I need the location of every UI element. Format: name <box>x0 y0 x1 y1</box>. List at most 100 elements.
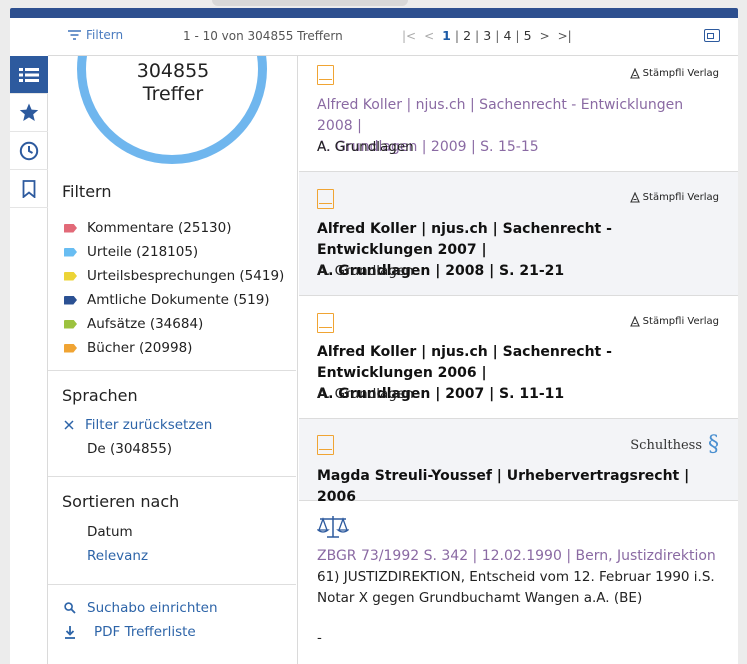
filter-lines-icon <box>68 30 81 40</box>
rail-list-view[interactable] <box>10 56 48 94</box>
result-title-link[interactable]: ZBGR 73/1992 S. 342 | 12.02.1990 | Bern,… <box>317 546 722 567</box>
languages-section-title: Sprachen <box>62 386 138 405</box>
category-filter-list: Kommentare (25130) Urteile (218105) Urte… <box>64 216 284 360</box>
top-accent-bar <box>10 8 738 18</box>
tag-icon <box>64 319 77 329</box>
book-icon <box>317 435 334 455</box>
sort-option-datum[interactable]: Datum <box>87 524 133 540</box>
filter-toggle-button[interactable]: Filtern <box>68 28 123 42</box>
window-notch <box>212 0 408 6</box>
prev-page-button[interactable]: < <box>420 29 438 43</box>
book-icon <box>317 65 334 85</box>
staempfli-logo-icon <box>629 68 640 79</box>
tag-icon <box>64 223 77 233</box>
expand-view-icon[interactable] <box>704 29 720 42</box>
filter-panel: 304855 Treffer Filtern Kommentare (25130… <box>48 56 298 664</box>
staempfli-logo-icon <box>629 192 640 203</box>
reset-filter-label: Filter zurücksetzen <box>85 417 213 433</box>
result-item: ZBGR 73/1992 S. 342 | 12.02.1990 | Bern,… <box>299 501 738 664</box>
result-subtitle: A. Grundlagen <box>317 263 414 279</box>
category-filter-amtliche-dokumente[interactable]: Amtliche Dokumente (519) <box>64 288 284 312</box>
section-divider <box>48 370 296 371</box>
result-count-number: 304855 <box>136 60 210 82</box>
category-filter-urteilsbesprechungen[interactable]: Urteilsbesprechungen (5419) <box>64 264 284 288</box>
rail-favorites[interactable] <box>10 94 48 132</box>
page-link-4[interactable]: 4 <box>499 28 515 43</box>
category-label: Urteile (218105) <box>87 244 199 260</box>
result-item: Stämpfli Verlag Alfred Koller | njus.ch … <box>299 172 738 296</box>
snippet-line: Notar X gegen Grundbuchamt Wangen a.A. (… <box>317 590 643 606</box>
search-icon <box>64 602 76 614</box>
section-divider <box>48 584 296 585</box>
publisher-name: Stämpfli Verlag <box>642 192 719 203</box>
bookmark-icon <box>22 179 36 198</box>
section-divider <box>48 476 296 477</box>
book-icon <box>317 189 334 209</box>
page-link-5[interactable]: 5 <box>520 28 536 43</box>
tag-icon <box>64 247 77 257</box>
publisher-name: Schulthess <box>630 437 702 453</box>
close-icon <box>64 420 74 430</box>
result-title-line: Alfred Koller | njus.ch | Sachenrecht - … <box>317 97 684 134</box>
result-range-text: 1 - 10 von 304855 Treffern <box>183 29 343 43</box>
scales-icon <box>317 516 349 538</box>
pagination: |< < 1 | 2 | 3 | 4 | 5 > >| <box>398 28 576 43</box>
publisher-logo: Stämpfli Verlag <box>629 68 719 79</box>
pdf-export-link[interactable]: PDF Trefferliste <box>64 624 196 640</box>
category-label: Kommentare (25130) <box>87 220 232 236</box>
publisher-logo: Schulthess § <box>630 432 719 457</box>
next-page-button[interactable]: > <box>536 29 554 43</box>
result-subtitle: A. Grundlagen <box>317 386 414 402</box>
tag-icon <box>64 295 77 305</box>
publisher-name: Stämpfli Verlag <box>642 316 719 327</box>
category-filter-urteile[interactable]: Urteile (218105) <box>64 240 284 264</box>
category-filter-buecher[interactable]: Bücher (20998) <box>64 336 284 360</box>
filter-section-title: Filtern <box>62 182 112 201</box>
icon-rail <box>10 56 48 664</box>
page-link-3[interactable]: 3 <box>479 28 495 43</box>
result-item: Schulthess § Magda Streuli-Youssef | Urh… <box>299 419 738 505</box>
app-window: Filtern 1 - 10 von 304855 Treffern |< < … <box>10 18 738 664</box>
subscribe-search-link[interactable]: Suchabo einrichten <box>64 600 218 616</box>
reset-filter-link[interactable]: Filter zurücksetzen <box>64 417 212 433</box>
result-item: Stämpfli Verlag Alfred Koller | njus.ch … <box>299 56 738 172</box>
category-label: Bücher (20998) <box>87 340 193 356</box>
tag-icon <box>64 343 77 353</box>
category-filter-kommentare[interactable]: Kommentare (25130) <box>64 216 284 240</box>
results-list: Stämpfli Verlag Alfred Koller | njus.ch … <box>299 56 738 664</box>
filter-toggle-label: Filtern <box>86 28 124 42</box>
result-title-line: ZBGR 73/1992 S. 342 | 12.02.1990 | Bern,… <box>317 548 716 564</box>
results-toolbar: Filtern 1 - 10 von 304855 Treffern |< < … <box>48 18 738 56</box>
snippet-line: - <box>317 630 322 646</box>
result-count-label: Treffer <box>142 83 204 105</box>
first-page-button[interactable]: |< <box>398 29 420 43</box>
language-option-de[interactable]: De (304855) <box>87 441 172 457</box>
category-filter-aufsaetze[interactable]: Aufsätze (34684) <box>64 312 284 336</box>
publisher-name: Stämpfli Verlag <box>642 68 719 79</box>
category-label: Amtliche Dokumente (519) <box>87 292 270 308</box>
sort-option-relevanz[interactable]: Relevanz <box>87 548 148 564</box>
snippet-line: 61) JUSTIZDIREKTION, Entscheid vom 12. F… <box>317 569 715 585</box>
rail-history[interactable] <box>10 132 48 170</box>
result-snippet: 61) JUSTIZDIREKTION, Entscheid vom 12. F… <box>317 567 722 609</box>
pdf-export-label: PDF Trefferliste <box>94 624 196 640</box>
download-icon <box>65 625 75 639</box>
publisher-logo: Stämpfli Verlag <box>629 316 719 327</box>
result-item: Stämpfli Verlag Alfred Koller | njus.ch … <box>299 296 738 419</box>
paragraph-mark-icon: § <box>708 432 719 457</box>
subscribe-search-label: Suchabo einrichten <box>87 600 218 616</box>
book-icon <box>317 313 334 333</box>
tag-icon <box>64 271 77 281</box>
page-link-2[interactable]: 2 <box>459 28 475 43</box>
result-title-line: Alfred Koller | njus.ch | Sachenrecht - … <box>317 221 612 258</box>
rail-bookmarks[interactable] <box>10 170 48 208</box>
list-icon <box>19 67 39 82</box>
result-title-line: Alfred Koller | njus.ch | Sachenrecht - … <box>317 344 612 381</box>
staempfli-logo-icon <box>629 316 640 327</box>
page-link-1[interactable]: 1 <box>438 28 455 43</box>
last-page-button[interactable]: >| <box>554 29 576 43</box>
category-label: Aufsätze (34684) <box>87 316 204 332</box>
result-subtitle: A. Grundlagen <box>317 139 414 155</box>
sort-section-title: Sortieren nach <box>62 492 180 511</box>
star-icon <box>19 103 39 121</box>
